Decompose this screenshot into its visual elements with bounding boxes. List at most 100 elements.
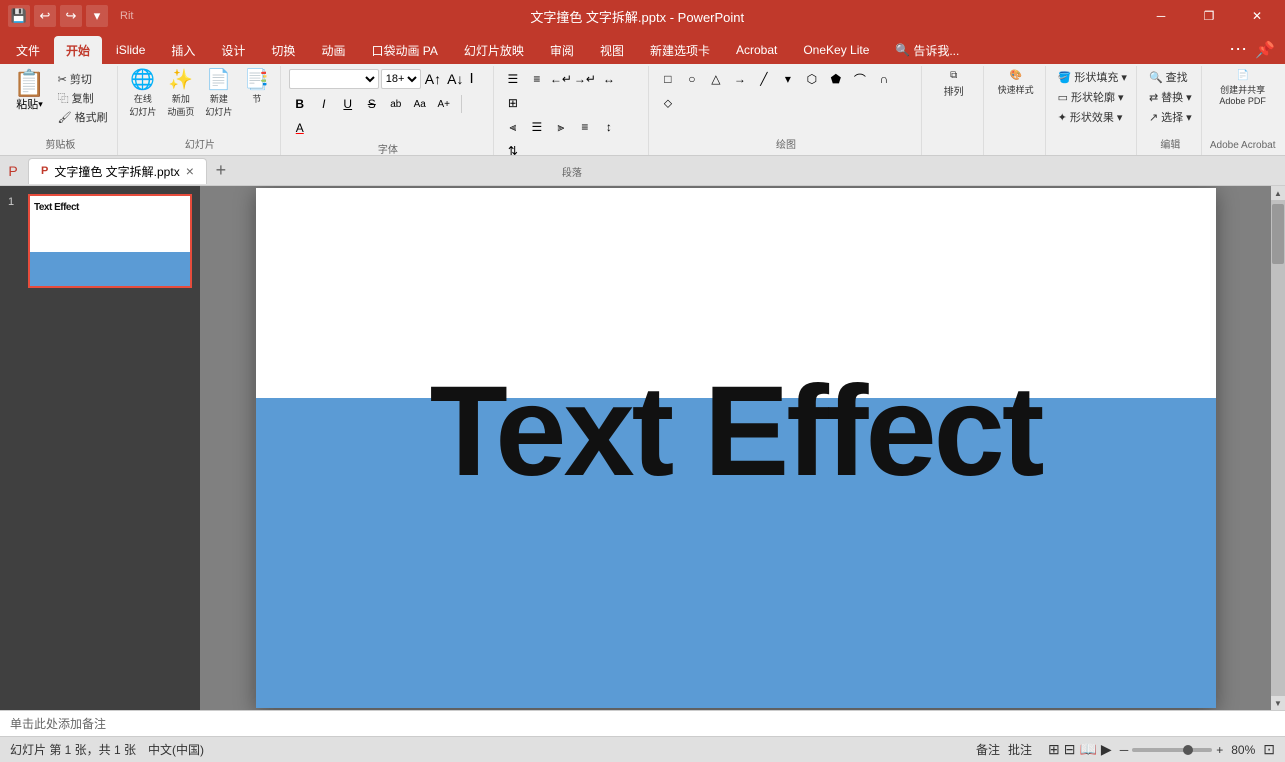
undo-icon[interactable]: ↩ (34, 5, 56, 27)
create-pdf-button[interactable]: 📄 创建并共享Adobe PDF (1215, 68, 1270, 108)
canvas-area[interactable]: Text Effect (200, 186, 1271, 710)
align-right-button[interactable]: ⫸ (550, 116, 572, 138)
increase-indent-button[interactable]: →↵ (574, 68, 596, 90)
shape5[interactable]: ∩ (873, 68, 895, 90)
file-tab-active[interactable]: P 文字撞色 文字拆解.pptx × (28, 158, 207, 184)
redo-icon[interactable]: ↪ (60, 5, 82, 27)
zoom-out-icon[interactable]: ─ (1120, 743, 1129, 757)
increase-font-icon[interactable]: A↑ (423, 69, 443, 89)
text-direction-button[interactable]: ⇅ (502, 140, 524, 162)
tab-pa[interactable]: 口袋动画 PA (359, 36, 449, 64)
bold-button[interactable]: B (289, 93, 311, 115)
shape-effect-button[interactable]: ✦ 形状效果 ▾ (1054, 108, 1131, 126)
tab-insert[interactable]: 插入 (159, 36, 207, 64)
tab-home[interactable]: 开始 (54, 36, 102, 64)
section-button[interactable]: 📑 节 (239, 68, 275, 107)
rtl-button[interactable]: ↔ (598, 68, 620, 90)
tab-tellme[interactable]: 🔍告诉我... (883, 36, 971, 64)
note-bar[interactable]: 单击此处添加备注 (0, 710, 1285, 736)
tab-onekey[interactable]: OneKey Lite (791, 36, 881, 64)
minimize-button[interactable]: ─ (1141, 0, 1181, 32)
thumb-blue-rect (30, 252, 190, 286)
shape6[interactable]: ⬦ (657, 92, 679, 114)
strikethrough-button[interactable]: S (361, 93, 383, 115)
font-color-button[interactable]: A (289, 117, 311, 139)
tab-design[interactable]: 设计 (209, 36, 257, 64)
new-slide-button[interactable]: 📄 新建幻灯片 (201, 68, 237, 120)
restore-button[interactable]: ❐ (1189, 0, 1229, 32)
decrease-indent-button[interactable]: ←↵ (550, 68, 572, 90)
columns-button[interactable]: ⊞ (502, 92, 524, 114)
scroll-thumb[interactable] (1272, 204, 1284, 264)
tab-islide[interactable]: iSlide (104, 36, 157, 64)
view-normal-button[interactable]: ⊞ (1048, 741, 1060, 758)
textcase-button[interactable]: Aa (409, 93, 431, 115)
zoom-in-icon[interactable]: + (1216, 743, 1223, 757)
tab-acrobat[interactable]: Acrobat (724, 36, 789, 64)
font-family-select[interactable] (289, 69, 379, 89)
scroll-down-arrow[interactable]: ▼ (1271, 696, 1285, 710)
view-sorter-button[interactable]: ⊟ (1064, 741, 1076, 758)
cut-button[interactable]: ✂ 剪切 (54, 70, 112, 88)
quick-styles-button[interactable]: 🎨 快速样式 (994, 68, 1038, 98)
font-size-select[interactable]: 18+ (381, 69, 421, 89)
shape2[interactable]: ⬡ (801, 68, 823, 90)
line-spacing-button[interactable]: ↕ (598, 116, 620, 138)
close-button[interactable]: ✕ (1237, 0, 1277, 32)
tab-slideshow[interactable]: 幻灯片放映 (452, 36, 536, 64)
justify-button[interactable]: ≡ (574, 116, 596, 138)
file-tab-close-button[interactable]: × (186, 163, 194, 179)
fit-to-window-button[interactable]: ⊡ (1263, 741, 1275, 758)
tab-animations[interactable]: 动画 (309, 36, 357, 64)
arrow-tool[interactable]: → (729, 68, 751, 90)
arrange-button[interactable]: ⧉ 排列 (936, 68, 972, 100)
slide-thumbnail[interactable]: Text Effect (28, 194, 192, 288)
title-bar: 💾 ↩ ↪ ▾ Rit 文字撞色 文字拆解.pptx - PowerPoint … (0, 0, 1285, 32)
line-tool[interactable]: ╱ (753, 68, 775, 90)
decrease-font-icon[interactable]: A↓ (445, 69, 465, 89)
slide-main-text[interactable]: Text Effect (256, 368, 1216, 496)
online-slides-button[interactable]: 🌐 在线幻灯片 (125, 68, 161, 120)
add-tab-button[interactable]: + (209, 159, 233, 183)
select-button[interactable]: ↗ 选择 ▾ (1145, 108, 1196, 126)
format-painter-button[interactable]: 🖌 格式刷 (54, 108, 112, 126)
new-animation-button[interactable]: ✨ 新加动画页 (163, 68, 199, 120)
scroll-up-arrow[interactable]: ▲ (1271, 186, 1285, 200)
underline-button[interactable]: U (337, 93, 359, 115)
replace-button[interactable]: ⇄ 替换 ▾ (1145, 88, 1196, 106)
find-button[interactable]: 🔍 查找 (1145, 68, 1196, 86)
tab-transitions[interactable]: 切换 (259, 36, 307, 64)
customize-icon[interactable]: ▾ (86, 5, 108, 27)
shapes-more-button[interactable]: ▾ (777, 68, 799, 90)
charspacing-button[interactable]: ab (385, 93, 407, 115)
tab-view[interactable]: 视图 (588, 36, 636, 64)
shape3[interactable]: ⬟ (825, 68, 847, 90)
shape-outline-button[interactable]: ▭ 形状轮廓 ▾ (1054, 88, 1131, 106)
bullets-button[interactable]: ☰ (502, 68, 524, 90)
clear-format-icon[interactable]: Ⅰ (467, 68, 475, 89)
zoom-slider[interactable] (1132, 748, 1212, 752)
comments-button[interactable]: 批注 (1008, 741, 1032, 758)
view-reading-button[interactable]: 📖 (1079, 741, 1096, 758)
numbering-button[interactable]: ≡ (526, 68, 548, 90)
tab-review[interactable]: 审阅 (538, 36, 586, 64)
tab-file[interactable]: 文件 (4, 36, 52, 64)
collapse-ribbon-icon[interactable]: ⋯ (1229, 39, 1247, 60)
align-center-button[interactable]: ☰ (526, 116, 548, 138)
fontsize-ext-button[interactable]: A+ (433, 93, 455, 115)
align-left-button[interactable]: ⫷ (502, 116, 524, 138)
italic-button[interactable]: I (313, 93, 335, 115)
circle-tool[interactable]: ○ (681, 68, 703, 90)
shape4[interactable]: ⌒ (849, 68, 871, 90)
shape-fill-button[interactable]: 🪣 形状填充 ▾ (1054, 68, 1131, 86)
rectangle-tool[interactable]: □ (657, 68, 679, 90)
paste-button[interactable]: 📋 粘贴▾ (9, 68, 49, 114)
slide-canvas[interactable]: Text Effect (256, 188, 1216, 708)
tab-newtab[interactable]: 新建选项卡 (638, 36, 722, 64)
copy-button[interactable]: ⿻ 复制 (54, 89, 112, 107)
notes-button[interactable]: 备注 (976, 741, 1000, 758)
pin-ribbon-icon[interactable]: 📌 (1255, 40, 1275, 60)
triangle-tool[interactable]: △ (705, 68, 727, 90)
view-slideshow-button[interactable]: ▶ (1101, 741, 1112, 758)
save-icon[interactable]: 💾 (8, 5, 30, 27)
